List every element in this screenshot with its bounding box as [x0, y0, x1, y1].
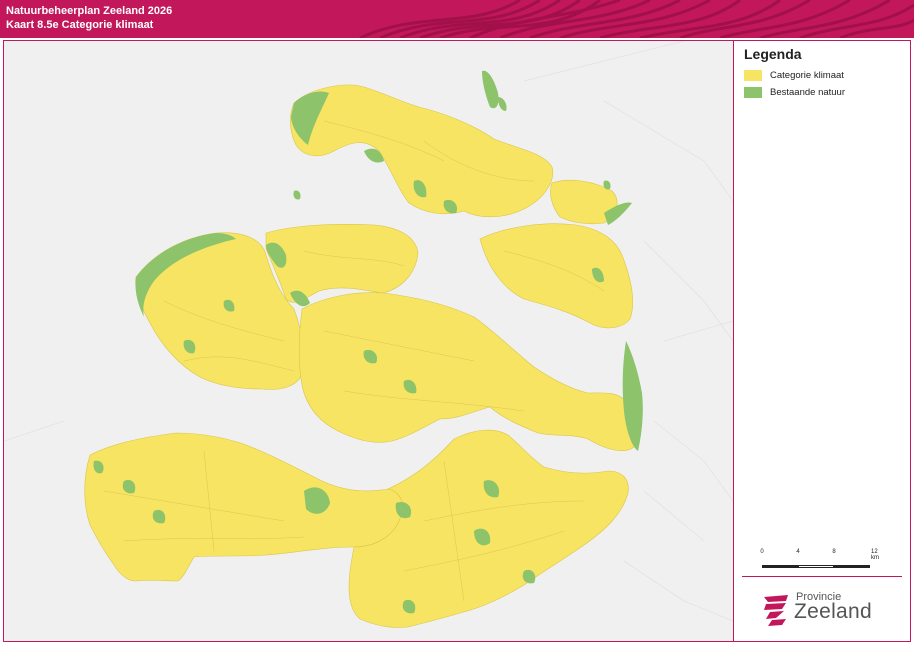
legend-title: Legenda: [744, 46, 802, 62]
scale-label-4: 4: [796, 549, 800, 555]
legend-swatch-klimaat: [744, 69, 762, 81]
scale-label-8: 8: [832, 549, 836, 555]
scale-bar: 0 4 8 12 km: [760, 549, 886, 579]
scale-label-12: 12 km: [871, 549, 879, 561]
title-banner: Natuurbeheerplan Zeeland 2026 Kaart 8.5e…: [0, 0, 914, 38]
scale-segment-2: [798, 565, 834, 568]
map-svg: [4, 41, 733, 628]
legend-item-natuur: Bestaande natuur: [744, 85, 845, 99]
logo-divider: [742, 576, 902, 577]
provincie-zeeland-logo: Provincie Zeeland: [762, 591, 892, 627]
legend-panel: Legenda Categorie klimaat Bestaande natu…: [734, 41, 910, 641]
scale-label-0: 0: [760, 549, 764, 555]
map-title: Natuurbeheerplan Zeeland 2026: [6, 5, 173, 17]
scale-segment-3: [834, 565, 870, 568]
map-subtitle: Kaart 8.5e Categorie klimaat: [6, 19, 154, 31]
legend-swatch-natuur: [744, 86, 762, 98]
map-canvas[interactable]: [4, 41, 733, 641]
legend-item-klimaat: Categorie klimaat: [744, 68, 844, 82]
zeeland-logo-icon: [764, 595, 788, 626]
scale-segment-1: [762, 565, 798, 568]
legend-label-klimaat: Categorie klimaat: [770, 69, 844, 81]
region-zuid-beveland-oost: [479, 223, 634, 329]
legend-label-natuur: Bestaande natuur: [770, 86, 846, 98]
logo-zeeland: Zeeland: [794, 600, 872, 623]
